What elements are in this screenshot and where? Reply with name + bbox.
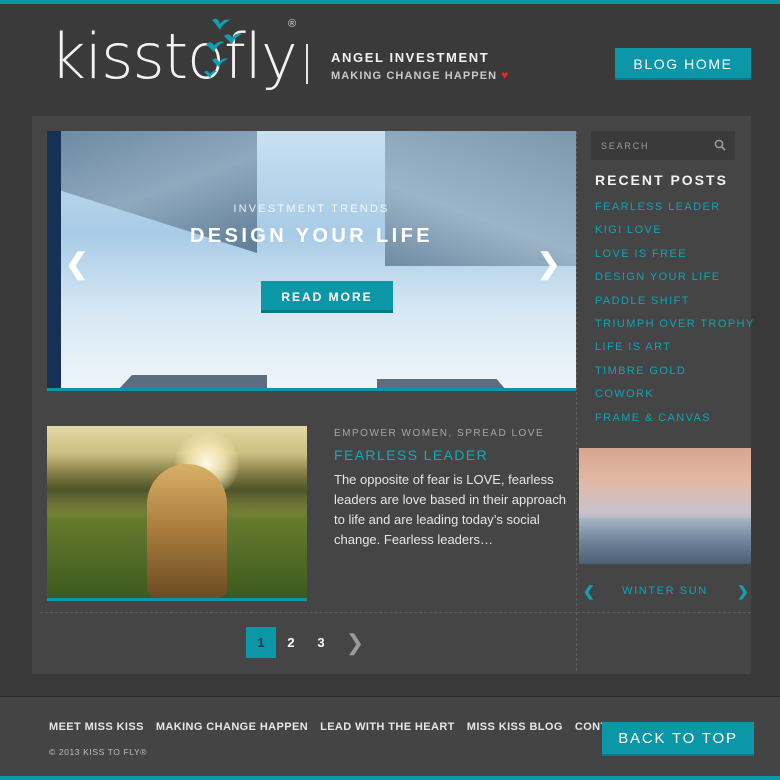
recent-post-link[interactable]: FEARLESS LEADER	[595, 201, 755, 224]
top-accent-bar	[0, 0, 780, 4]
carousel-caption[interactable]: WINTER SUN	[579, 585, 751, 597]
search-input[interactable]	[601, 139, 711, 152]
chevron-left-icon[interactable]: ❮	[65, 247, 88, 280]
recent-posts-heading: RECENT POSTS	[595, 172, 728, 188]
sidebar-dotted-divider	[577, 612, 751, 613]
footer-nav: MEET MISS KISS MAKING CHANGE HAPPEN LEAD…	[49, 721, 631, 733]
article-thumbnail[interactable]	[47, 426, 307, 601]
slide-kicker: INVESTMENT TRENDS	[233, 203, 390, 215]
recent-post-link[interactable]: COWORK	[595, 388, 755, 411]
logo-wordmark: kisstofly	[50, 20, 298, 93]
carousel-image-sea	[579, 518, 751, 564]
article-categories[interactable]: EMPOWER WOMEN, SPREAD LOVE	[334, 428, 544, 439]
page-2[interactable]: 2	[276, 627, 306, 658]
recent-post-link[interactable]: PADDLE SHIFT	[595, 295, 755, 318]
chevron-right-icon[interactable]: ❯	[340, 630, 370, 656]
blog-home-button[interactable]: BLOG HOME	[615, 48, 751, 80]
site-logo[interactable]: kisstofly ®	[50, 14, 305, 106]
tagline-secondary-text: MAKING CHANGE HAPPEN	[331, 70, 498, 82]
article-title[interactable]: FEARLESS LEADER	[334, 447, 488, 463]
tagline-primary: ANGEL INVESTMENT	[331, 50, 490, 65]
slide-image-building-bottom-left	[117, 375, 267, 388]
dotted-divider	[40, 612, 577, 613]
slide-title: DESIGN YOUR LIFE	[190, 225, 433, 247]
article-excerpt: The opposite of fear is LOVE, fearless l…	[334, 472, 566, 547]
recent-post-link[interactable]: KIGI LOVE	[595, 224, 755, 247]
heart-icon: ♥	[501, 68, 510, 82]
read-more-button[interactable]: READ MORE	[261, 281, 393, 313]
page-1[interactable]: 1	[246, 627, 276, 658]
chevron-right-icon[interactable]: ❯	[737, 583, 749, 600]
bottom-accent-bar	[0, 776, 780, 780]
thumbnail-person	[147, 464, 227, 598]
footer-link-making-change-happen[interactable]: MAKING CHANGE HAPPEN	[156, 721, 308, 733]
recent-posts-list: FEARLESS LEADER KIGI LOVE LOVE IS FREE D…	[595, 201, 755, 435]
recent-post-link[interactable]: LOVE IS FREE	[595, 248, 755, 271]
recent-post-link[interactable]: LIFE IS ART	[595, 341, 755, 364]
search-box	[591, 131, 735, 160]
sidebar-divider	[576, 131, 577, 671]
back-to-top-button[interactable]: BACK TO TOP	[602, 722, 754, 756]
recent-post-link[interactable]: DESIGN YOUR LIFE	[595, 271, 755, 294]
birds-icon	[204, 18, 242, 78]
footer-link-lead-with-the-heart[interactable]: LEAD WITH THE HEART	[320, 721, 455, 733]
recent-post-link[interactable]: FRAME & CANVAS	[595, 412, 755, 435]
header-divider	[306, 44, 308, 84]
search-icon[interactable]	[714, 139, 726, 151]
carousel-image[interactable]	[579, 448, 751, 564]
copyright: © 2013 KISS TO FLY®	[49, 747, 148, 757]
tagline-secondary: MAKING CHANGE HAPPEN ♥	[331, 68, 509, 82]
recent-post-link[interactable]: TRIUMPH OVER TROPHY	[595, 318, 755, 341]
hero-slider: INVESTMENT TRENDS DESIGN YOUR LIFE READ …	[47, 131, 576, 391]
chevron-right-icon[interactable]: ❯	[537, 247, 560, 280]
sidebar-carousel-controls: ❮ WINTER SUN ❯	[579, 583, 751, 601]
slide-edge-strip	[47, 131, 61, 388]
page-3[interactable]: 3	[306, 627, 336, 658]
slide-image-building-bottom-right	[377, 379, 507, 388]
registered-mark: ®	[288, 18, 297, 30]
footer-link-meet-miss-kiss[interactable]: MEET MISS KISS	[49, 721, 144, 733]
pagination: 1 2 3 ❯	[246, 627, 370, 658]
recent-post-link[interactable]: TIMBRE GOLD	[595, 365, 755, 388]
footer-link-miss-kiss-blog[interactable]: MISS KISS BLOG	[467, 721, 563, 733]
